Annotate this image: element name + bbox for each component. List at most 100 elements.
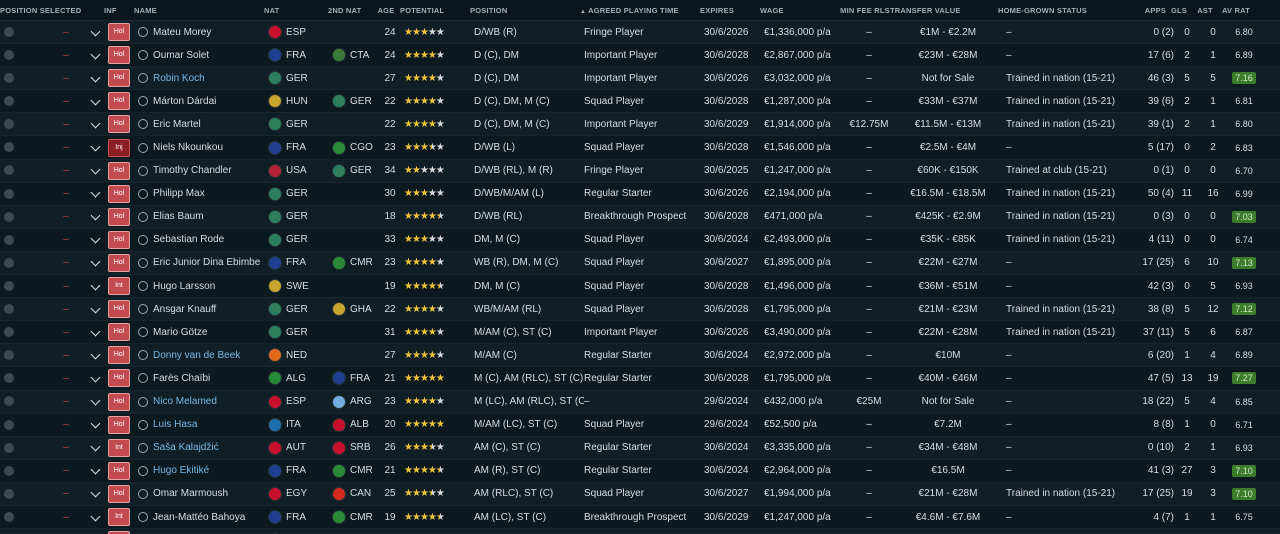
player-name[interactable]: Oumar Solet: [153, 50, 209, 61]
col-home-grown[interactable]: HOME-GROWN STATUS: [998, 6, 1122, 15]
table-row[interactable]: – Hol Mario Götze GER 31 ★★★★★ M/AM (C), ST (C…: [0, 321, 1280, 345]
position-select[interactable]: [0, 442, 50, 453]
col-nat[interactable]: NAT: [264, 6, 328, 15]
player-name-cell[interactable]: Mateu Morey: [138, 27, 268, 38]
position-select[interactable]: [0, 188, 50, 199]
player-name-cell[interactable]: Eric Junior Dina Ebimbe: [138, 257, 268, 268]
col-name[interactable]: NAME: [134, 6, 264, 15]
player-name[interactable]: Mario Götze: [153, 327, 207, 338]
table-row[interactable]: –HolNacho FerriESP19★★★★★ST (C)Breakthro…: [0, 529, 1280, 534]
position-select[interactable]: [0, 165, 50, 176]
player-name-cell[interactable]: Elias Baum: [138, 211, 268, 222]
player-name-cell[interactable]: Mario Götze: [138, 327, 268, 338]
table-row[interactable]: – Hol Philipp Max GER 30 ★★★★★ D/WB/M/AM (L) Re…: [0, 182, 1280, 206]
player-name-cell[interactable]: Omar Marmoush: [138, 488, 268, 499]
position-select[interactable]: [0, 511, 50, 523]
row-dropdown[interactable]: [82, 326, 108, 338]
col-av-rat[interactable]: AV RAT: [1218, 6, 1254, 15]
inf-badge[interactable]: Inj: [108, 138, 130, 157]
table-row[interactable]: – Hol Mateu Morey ESP 24 ★★★★★ D/WB (R) Fringe …: [0, 21, 1280, 45]
player-name[interactable]: Nico Melamed: [153, 396, 217, 407]
position-select[interactable]: [0, 280, 50, 292]
table-row[interactable]: – Hol Elias Baum GER 18 ★★★★★ D/WB (RL) Breakth…: [0, 205, 1280, 229]
player-name[interactable]: Saša Kalajdžić: [153, 442, 219, 453]
player-name[interactable]: Mateu Morey: [153, 27, 211, 38]
player-name-cell[interactable]: Hugo Larsson: [138, 281, 268, 292]
row-dropdown[interactable]: [82, 303, 108, 315]
player-name-cell[interactable]: Robin Koch: [138, 73, 268, 84]
player-name-cell[interactable]: Ansgar Knauff: [138, 304, 268, 315]
row-dropdown[interactable]: [82, 234, 108, 245]
player-name[interactable]: Ansgar Knauff: [153, 304, 216, 315]
row-dropdown[interactable]: [82, 442, 108, 453]
player-name[interactable]: Jean-Mattéo Bahoya: [153, 512, 245, 523]
row-dropdown[interactable]: [82, 142, 108, 153]
col-ast[interactable]: AST: [1192, 6, 1218, 15]
position-select[interactable]: [0, 350, 50, 361]
inf-badge[interactable]: Hol: [108, 253, 130, 272]
row-dropdown[interactable]: [82, 488, 108, 499]
inf-badge[interactable]: Int: [108, 277, 130, 296]
table-row[interactable]: – Hol Farès Chaïbi ALG FRA 21 ★★★★★ M (C), AM (…: [0, 367, 1280, 391]
inf-badge[interactable]: Hol: [108, 92, 130, 111]
table-row[interactable]: – Inj Niels Nkounkou FRA CGO 23 ★★★★★ D/WB (L) S…: [0, 136, 1280, 160]
col-gls[interactable]: GLS: [1166, 6, 1192, 15]
position-select[interactable]: [0, 96, 50, 107]
table-row[interactable]: – Hol Robin Koch GER 27 ★★★★★ D (C), DM Importa…: [0, 67, 1280, 91]
table-row[interactable]: – Int Jean-Mattéo Bahoya FRA CMR 19 ★★★★★ AM (L…: [0, 505, 1280, 530]
row-dropdown[interactable]: [82, 280, 108, 292]
player-name[interactable]: Donny van de Beek: [153, 350, 240, 361]
position-select[interactable]: [0, 465, 50, 476]
col-transfer-value[interactable]: TRANSFER VALUE: [890, 6, 998, 15]
row-dropdown[interactable]: [82, 165, 108, 176]
position-select[interactable]: [0, 142, 50, 153]
col-expires[interactable]: EXPIRES: [700, 6, 760, 15]
position-select[interactable]: [0, 73, 50, 84]
row-dropdown[interactable]: [82, 349, 108, 361]
row-dropdown[interactable]: [82, 26, 108, 38]
col-potential[interactable]: POTENTIAL: [400, 6, 470, 15]
inf-badge[interactable]: Hol: [108, 323, 130, 342]
table-row[interactable]: – Hol Oumar Solet FRA CTA 24 ★★★★★ D (C), DM Imp…: [0, 44, 1280, 68]
player-name[interactable]: Hugo Ekitiké: [153, 465, 209, 476]
inf-badge[interactable]: Hol: [108, 69, 130, 88]
row-dropdown[interactable]: [82, 419, 108, 430]
player-name-cell[interactable]: Farès Chaïbi: [138, 373, 268, 384]
table-row[interactable]: – Hol Sebastian Rode GER 33 ★★★★★ DM, M (C) Squ…: [0, 228, 1280, 252]
row-dropdown[interactable]: [82, 465, 108, 476]
inf-badge[interactable]: Hol: [108, 23, 130, 42]
inf-badge[interactable]: Int: [108, 508, 130, 527]
player-name-cell[interactable]: Jean-Mattéo Bahoya: [138, 512, 268, 523]
table-row[interactable]: – Hol Ansgar Knauff GER GHA 22 ★★★★★ WB/M/AM (R…: [0, 298, 1280, 322]
table-row[interactable]: – Hol Eric Martel GER 22 ★★★★★ D (C), DM, M (C…: [0, 113, 1280, 137]
inf-badge[interactable]: Hol: [108, 184, 130, 203]
player-name-cell[interactable]: Márton Dárdai: [138, 96, 268, 107]
inf-badge[interactable]: Hol: [108, 46, 130, 65]
position-select[interactable]: [0, 304, 50, 315]
table-row[interactable]: – Hol Eric Junior Dina Ebimbe FRA CMR 23 ★★★★★…: [0, 251, 1280, 276]
inf-badge[interactable]: Hol: [108, 115, 130, 134]
inf-badge[interactable]: Hol: [108, 484, 130, 503]
player-name-cell[interactable]: Oumar Solet: [138, 50, 268, 61]
row-dropdown[interactable]: [82, 118, 108, 130]
inf-badge[interactable]: Hol: [108, 230, 130, 249]
row-dropdown[interactable]: [82, 511, 108, 523]
row-dropdown[interactable]: [82, 396, 108, 407]
row-dropdown[interactable]: [82, 188, 108, 199]
inf-badge[interactable]: Hol: [108, 461, 130, 480]
table-row[interactable]: – Hol Omar Marmoush EGY CAN 25 ★★★★★ AM (RLC), …: [0, 482, 1280, 506]
position-select[interactable]: [0, 419, 50, 430]
player-name[interactable]: Farès Chaïbi: [153, 373, 210, 384]
col-position-selected[interactable]: POSITION SELECTED: [0, 6, 104, 15]
player-name-cell[interactable]: Philipp Max: [138, 188, 268, 199]
table-row[interactable]: – Int Hugo Larsson SWE 19 ★★★★★ DM, M (C) Squad…: [0, 275, 1280, 299]
position-select[interactable]: [0, 373, 50, 384]
col-age[interactable]: AGE: [372, 6, 400, 15]
inf-badge[interactable]: Hol: [108, 300, 130, 319]
player-name-cell[interactable]: Sebastian Rode: [138, 234, 268, 245]
player-name[interactable]: Timothy Chandler: [153, 165, 232, 176]
position-select[interactable]: [0, 211, 50, 222]
inf-badge[interactable]: Hol: [108, 346, 130, 365]
row-dropdown[interactable]: [82, 95, 108, 107]
position-select[interactable]: [0, 396, 50, 407]
